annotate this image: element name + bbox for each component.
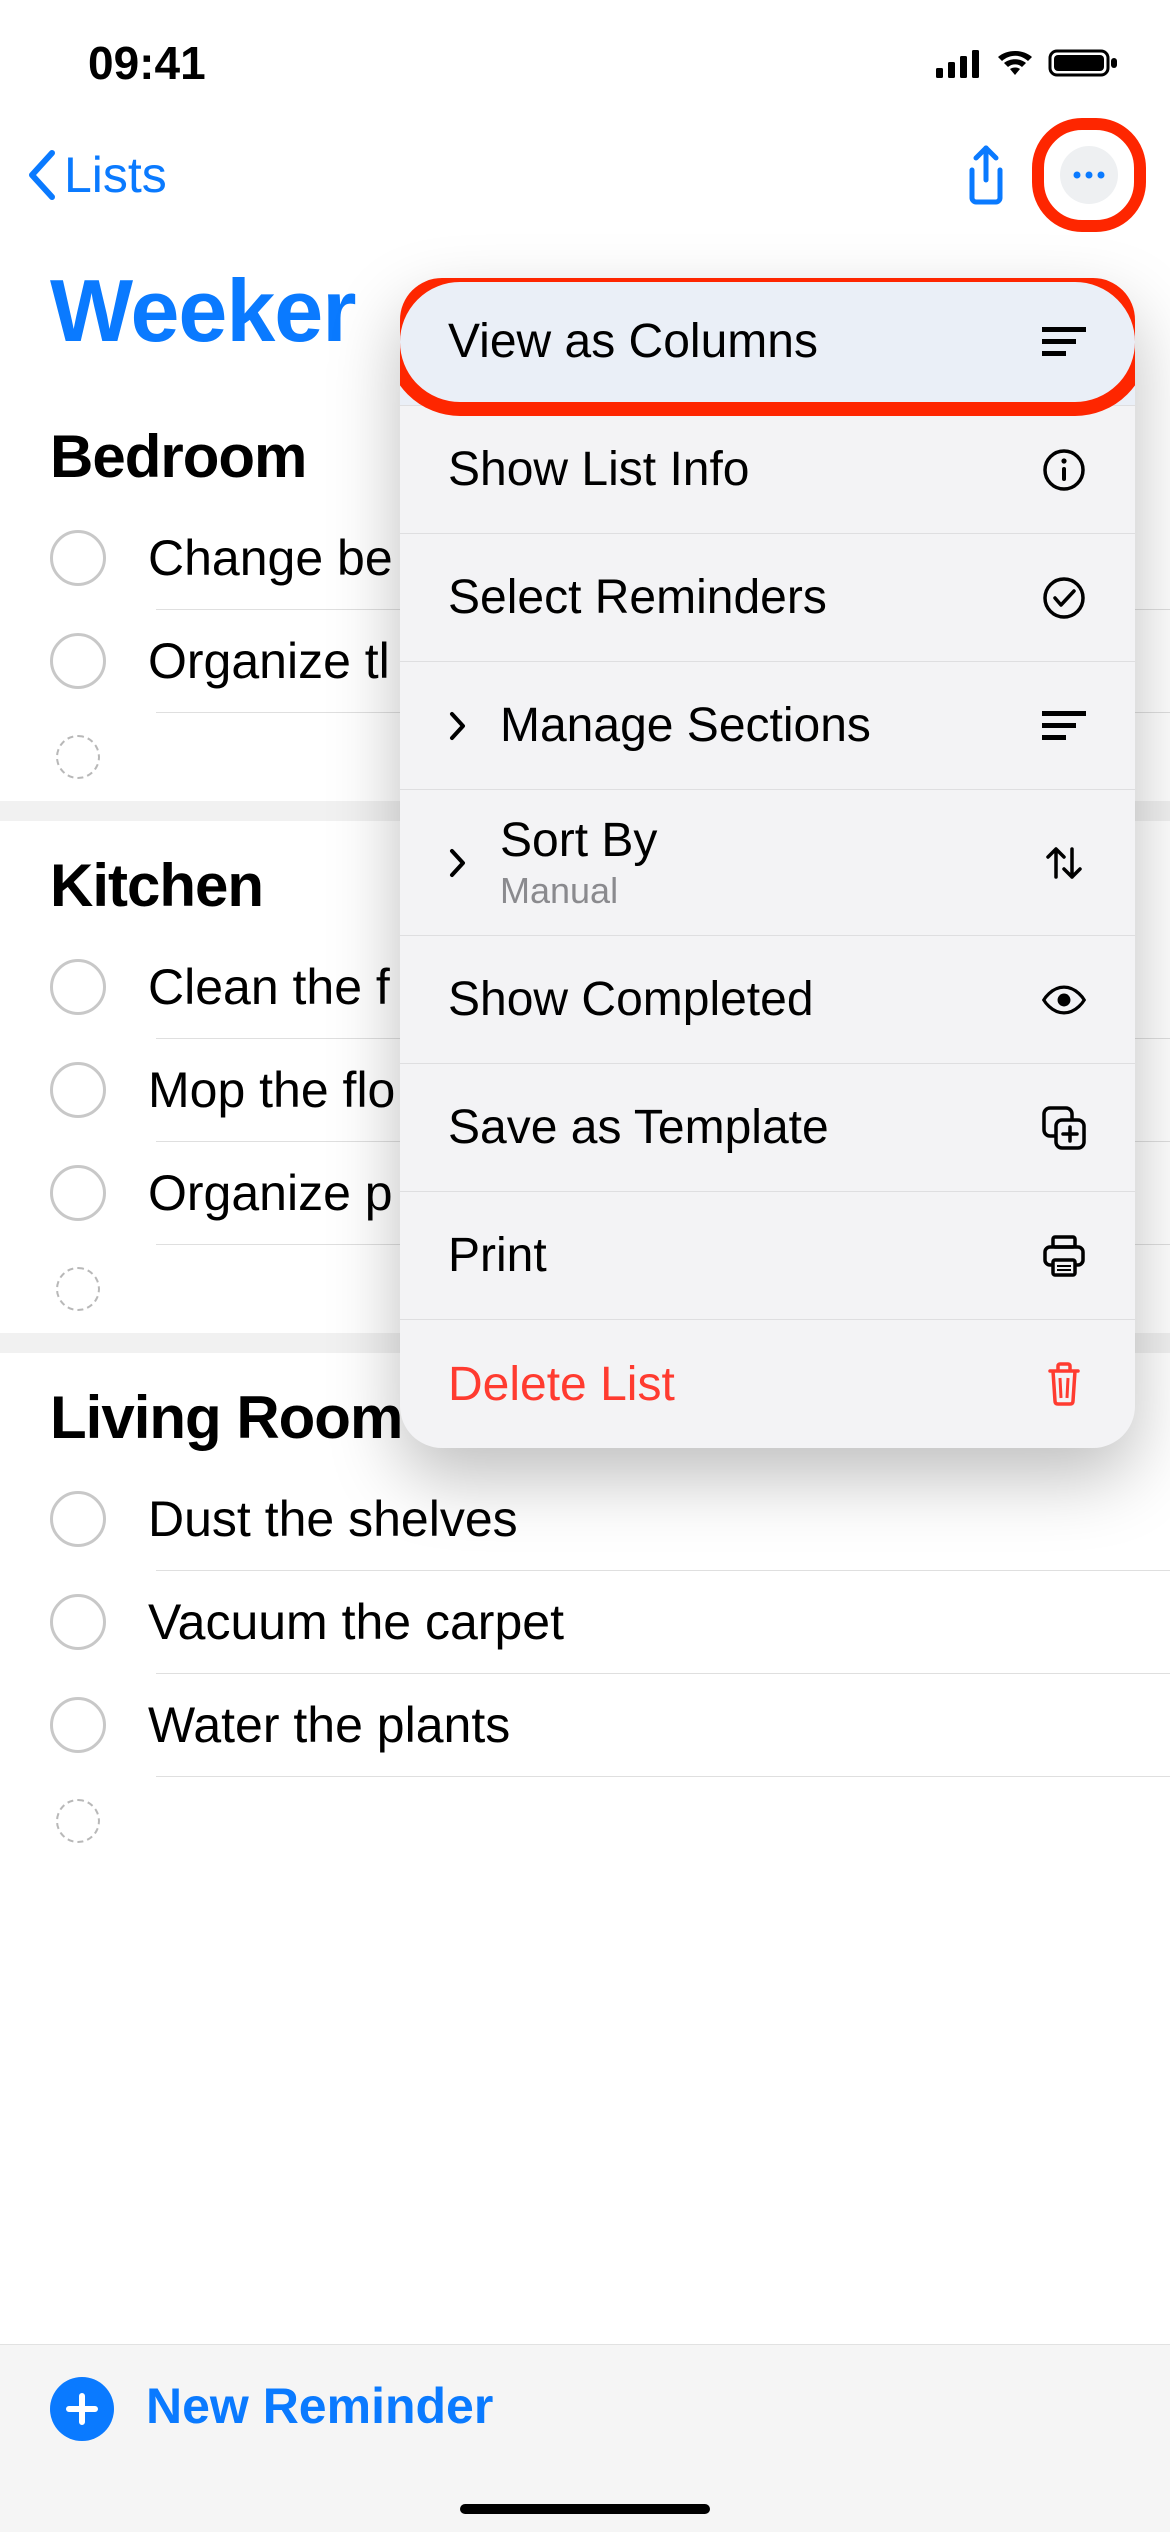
template-icon	[1041, 1105, 1087, 1151]
task-label: Mop the flo	[148, 1061, 395, 1119]
share-button[interactable]	[962, 144, 1010, 206]
menu-item-label: Select Reminders	[448, 570, 827, 625]
task-row[interactable]: Water the plants	[0, 1674, 1170, 1776]
chevron-right-icon	[448, 711, 476, 741]
new-task-row[interactable]	[0, 1777, 1170, 1865]
task-label: Organize tl	[148, 632, 390, 690]
new-task-placeholder-icon[interactable]	[56, 1267, 100, 1311]
menu-item-subtitle: Manual	[500, 870, 657, 912]
chevron-right-icon	[448, 848, 476, 878]
context-menu: View as Columns Show List Info Select Re…	[400, 278, 1135, 1448]
menu-print[interactable]: Print	[400, 1192, 1135, 1320]
home-indicator[interactable]	[460, 2504, 710, 2514]
task-checkbox[interactable]	[50, 530, 106, 586]
menu-save-as-template[interactable]: Save as Template	[400, 1064, 1135, 1192]
task-label: Water the plants	[148, 1696, 510, 1754]
task-row[interactable]: Dust the shelves	[0, 1468, 1170, 1570]
share-icon	[962, 144, 1010, 206]
checkmark-circle-icon	[1041, 575, 1087, 621]
task-row[interactable]: Vacuum the carpet	[0, 1571, 1170, 1673]
new-task-placeholder-icon[interactable]	[56, 1799, 100, 1843]
menu-item-label: Manage Sections	[500, 698, 871, 753]
task-label: Vacuum the carpet	[148, 1593, 564, 1651]
status-right-icons	[936, 47, 1120, 79]
menu-item-label: Show List Info	[448, 442, 750, 497]
sections-icon	[1041, 703, 1087, 749]
status-time: 09:41	[88, 36, 206, 90]
task-label: Clean the f	[148, 958, 390, 1016]
menu-item-label: Save as Template	[448, 1100, 829, 1155]
menu-item-label: Delete List	[448, 1357, 675, 1412]
menu-item-label: Sort By	[500, 813, 657, 868]
eye-icon	[1041, 977, 1087, 1023]
plus-icon	[65, 2392, 99, 2426]
menu-show-list-info[interactable]: Show List Info	[400, 406, 1135, 534]
menu-show-completed[interactable]: Show Completed	[400, 936, 1135, 1064]
section-title: Kitchen	[50, 851, 263, 920]
menu-item-label: View as Columns	[448, 314, 818, 369]
task-checkbox[interactable]	[50, 1491, 106, 1547]
menu-delete-list[interactable]: Delete List	[400, 1320, 1135, 1448]
menu-manage-sections[interactable]: Manage Sections	[400, 662, 1135, 790]
nav-bar: Lists	[0, 110, 1170, 240]
menu-view-as-columns[interactable]: View as Columns	[400, 278, 1135, 406]
new-task-placeholder-icon[interactable]	[56, 735, 100, 779]
bottom-toolbar: New Reminder	[0, 2344, 1170, 2532]
back-button[interactable]: Lists	[24, 146, 167, 204]
section-title: Bedroom	[50, 422, 306, 491]
back-label: Lists	[64, 146, 167, 204]
task-label: Organize p	[148, 1164, 393, 1222]
task-checkbox[interactable]	[50, 959, 106, 1015]
menu-item-label: Print	[448, 1228, 547, 1283]
status-bar: 09:41	[0, 0, 1170, 110]
section-title: Living Room	[50, 1383, 402, 1452]
task-checkbox[interactable]	[50, 1062, 106, 1118]
chevron-back-icon	[24, 149, 60, 201]
cellular-icon	[936, 48, 982, 78]
highlight-ring	[1032, 118, 1146, 232]
task-checkbox[interactable]	[50, 1697, 106, 1753]
wifi-icon	[992, 47, 1038, 79]
battery-icon	[1048, 47, 1120, 79]
trash-icon	[1041, 1361, 1087, 1407]
sort-icon	[1041, 840, 1087, 886]
menu-item-label: Show Completed	[448, 972, 814, 1027]
new-reminder-label[interactable]: New Reminder	[146, 2377, 493, 2435]
menu-sort-by[interactable]: Sort By Manual	[400, 790, 1135, 936]
print-icon	[1041, 1233, 1087, 1279]
add-reminder-button[interactable]	[50, 2377, 114, 2441]
task-checkbox[interactable]	[50, 633, 106, 689]
columns-icon	[1041, 319, 1087, 365]
task-checkbox[interactable]	[50, 1165, 106, 1221]
task-label: Change be	[148, 529, 393, 587]
task-checkbox[interactable]	[50, 1594, 106, 1650]
menu-select-reminders[interactable]: Select Reminders	[400, 534, 1135, 662]
info-icon	[1041, 447, 1087, 493]
task-label: Dust the shelves	[148, 1490, 518, 1548]
